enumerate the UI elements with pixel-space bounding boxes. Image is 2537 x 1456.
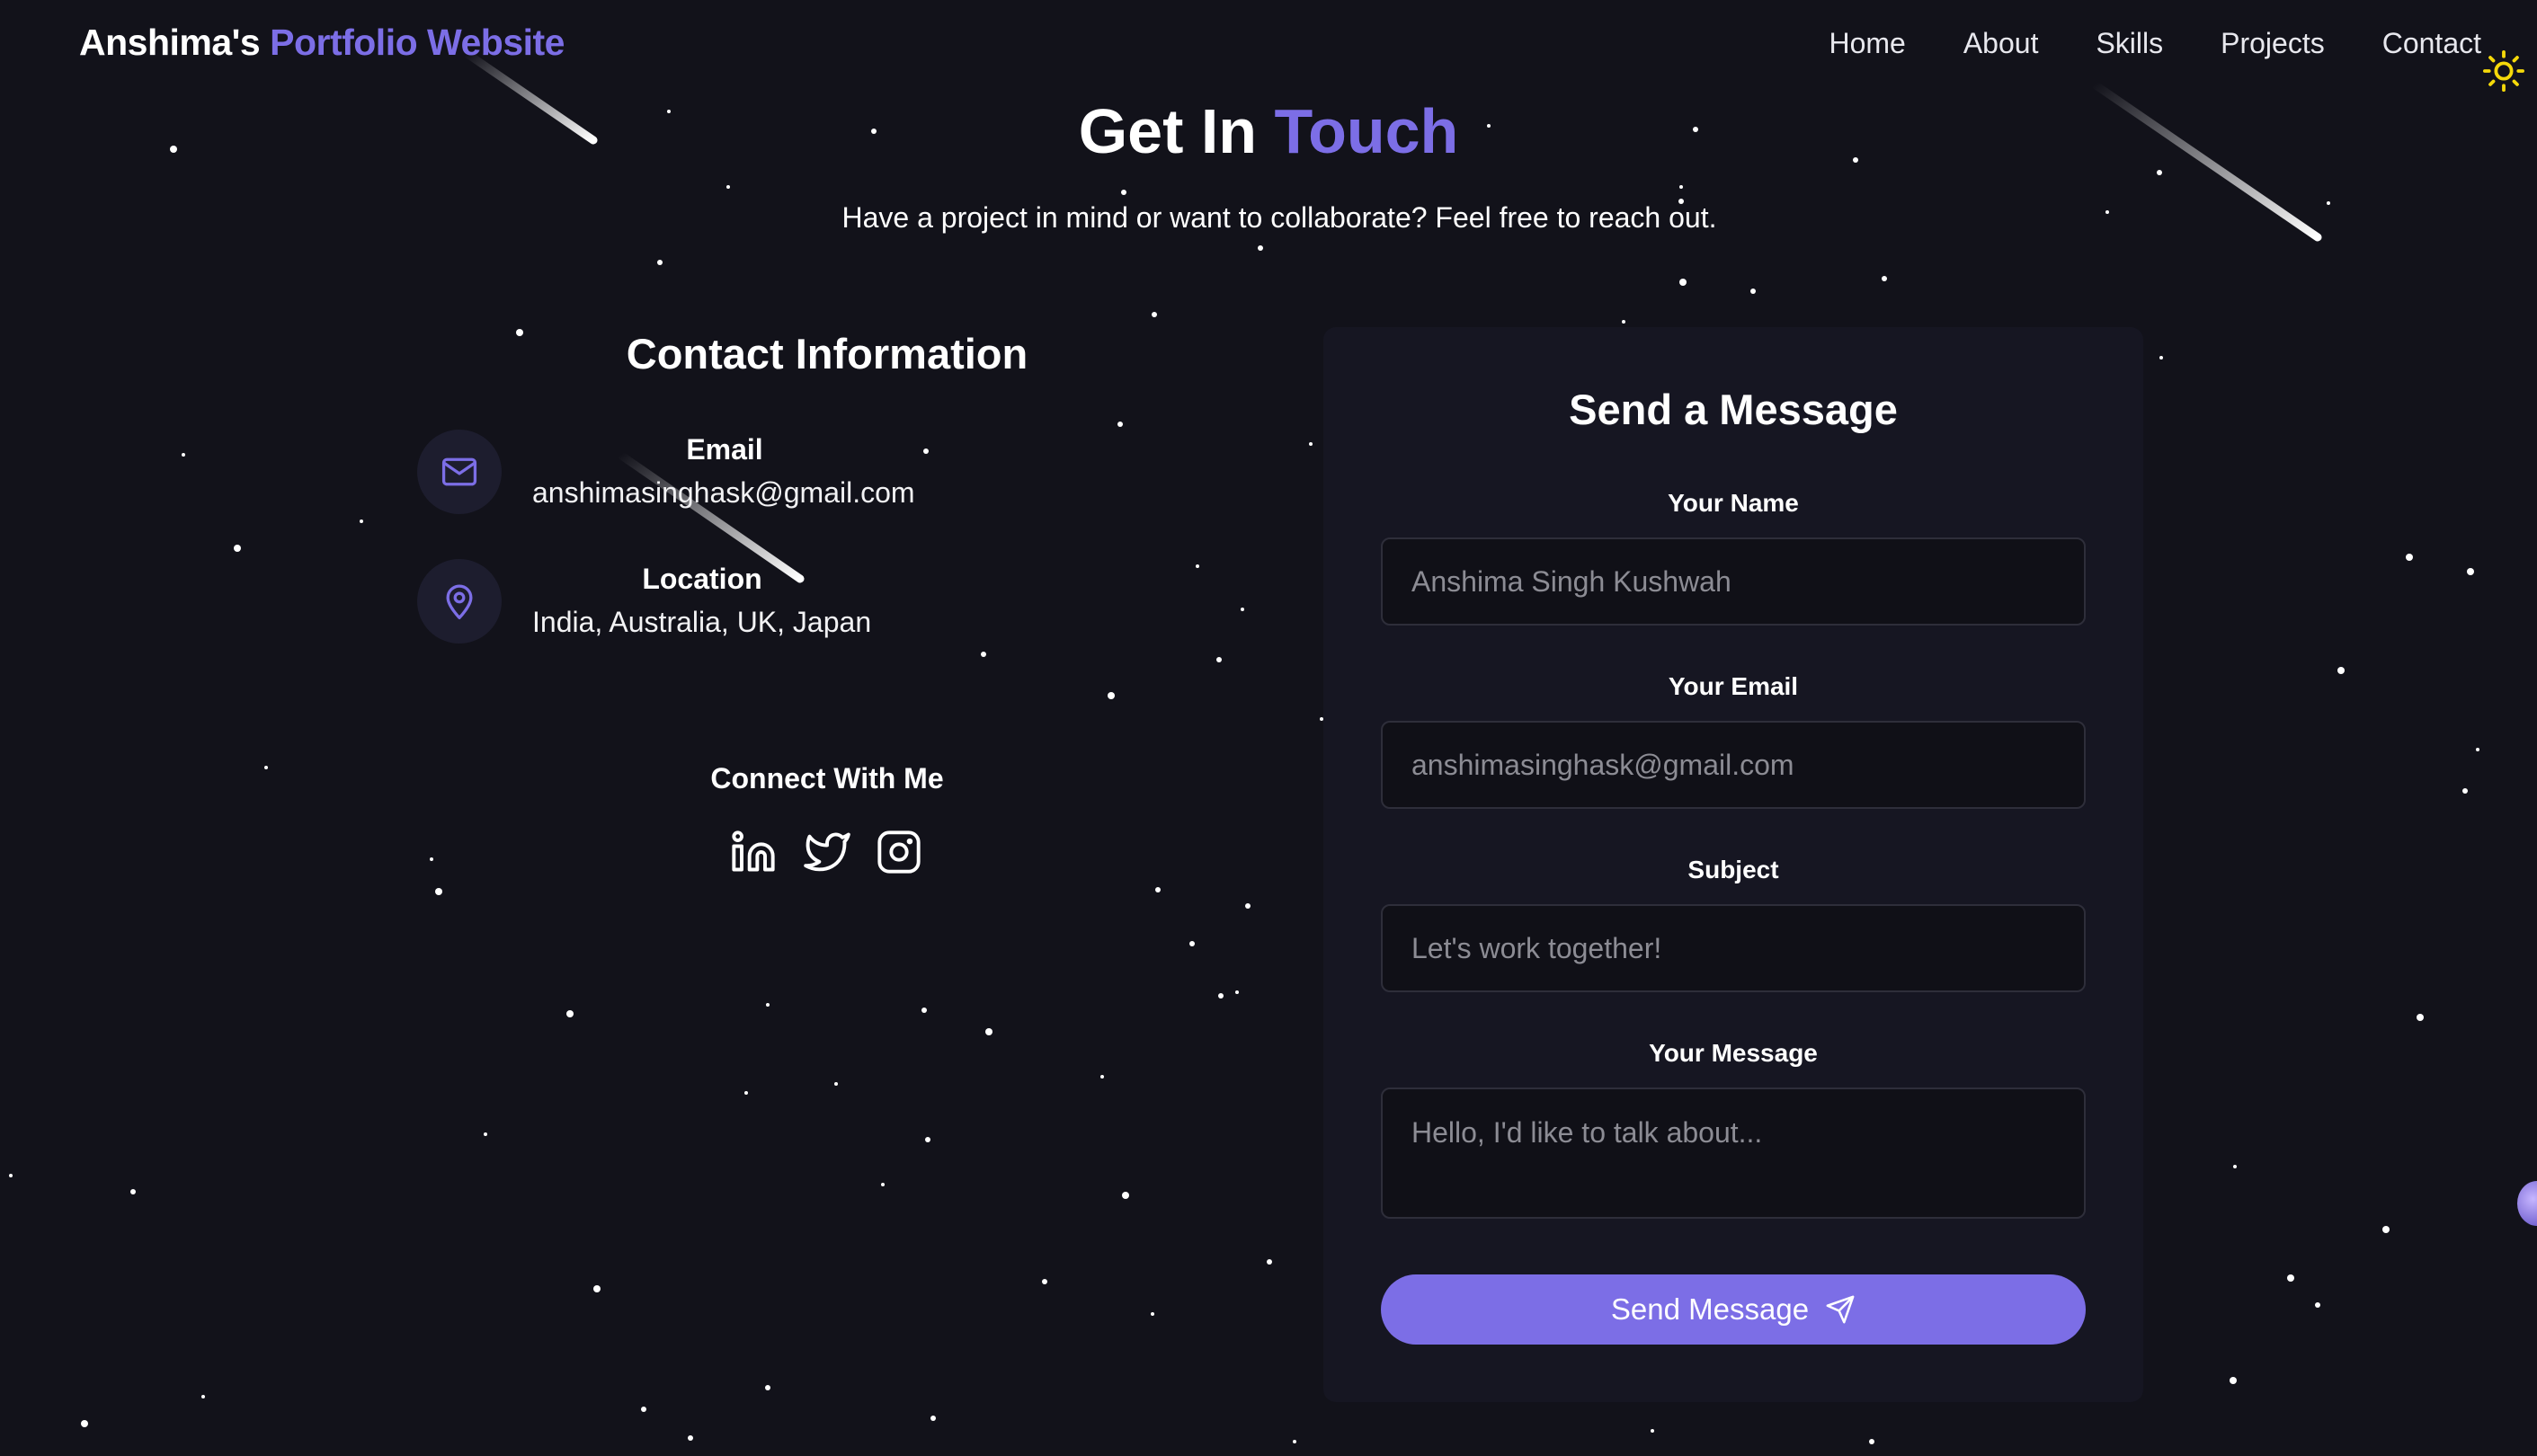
logo-owner: Anshima's — [79, 22, 261, 63]
nav-link-projects[interactable]: Projects — [2221, 27, 2325, 60]
floating-widget[interactable] — [2517, 1181, 2537, 1226]
subject-label: Subject — [1687, 856, 1779, 883]
subject-input[interactable] — [1381, 904, 2086, 992]
send-button-label: Send Message — [1610, 1292, 1810, 1326]
map-pin-icon — [417, 559, 502, 644]
name-label: Your Name — [1668, 489, 1799, 517]
instagram-icon[interactable] — [876, 829, 922, 875]
nav-link-home[interactable]: Home — [1829, 27, 1905, 60]
title-plain: Get In — [1078, 96, 1258, 166]
send-icon — [1826, 1295, 1855, 1324]
nav-link-contact[interactable]: Contact — [2382, 27, 2481, 60]
form-title: Send a Message — [1569, 386, 1898, 433]
nav-link-skills[interactable]: Skills — [2096, 27, 2163, 60]
connect-title: Connect With Me — [710, 762, 944, 795]
email-label: Email — [686, 433, 763, 466]
name-input[interactable] — [1381, 537, 2086, 626]
title-accent: Touch — [1274, 96, 1459, 166]
email-value[interactable]: anshimasinghask@gmail.com — [532, 476, 915, 510]
top-navigation: Home About Skills Projects Contact — [1829, 27, 2481, 60]
site-logo[interactable]: Anshima's Portfolio Website — [79, 22, 565, 64]
logo-accent: Portfolio Website — [270, 22, 565, 63]
page-subtitle: Have a project in mind or want to collab… — [841, 201, 1717, 234]
location-value: India, Australia, UK, Japan — [532, 606, 872, 638]
sun-icon[interactable] — [2483, 50, 2524, 92]
nav-link-about[interactable]: About — [1963, 27, 2039, 60]
location-label: Location — [642, 563, 762, 595]
contact-info-title: Contact Information — [626, 330, 1028, 377]
send-message-button[interactable]: Send Message — [1381, 1274, 2086, 1345]
page-title: Get In Touch — [0, 95, 2537, 167]
message-label: Your Message — [1649, 1039, 1818, 1067]
mail-icon — [417, 430, 502, 514]
email-field-label: Your Email — [1668, 672, 1799, 700]
message-textarea[interactable] — [1381, 1088, 2086, 1219]
twitter-icon[interactable] — [804, 829, 850, 875]
linkedin-icon[interactable] — [730, 829, 777, 875]
email-input[interactable] — [1381, 721, 2086, 809]
